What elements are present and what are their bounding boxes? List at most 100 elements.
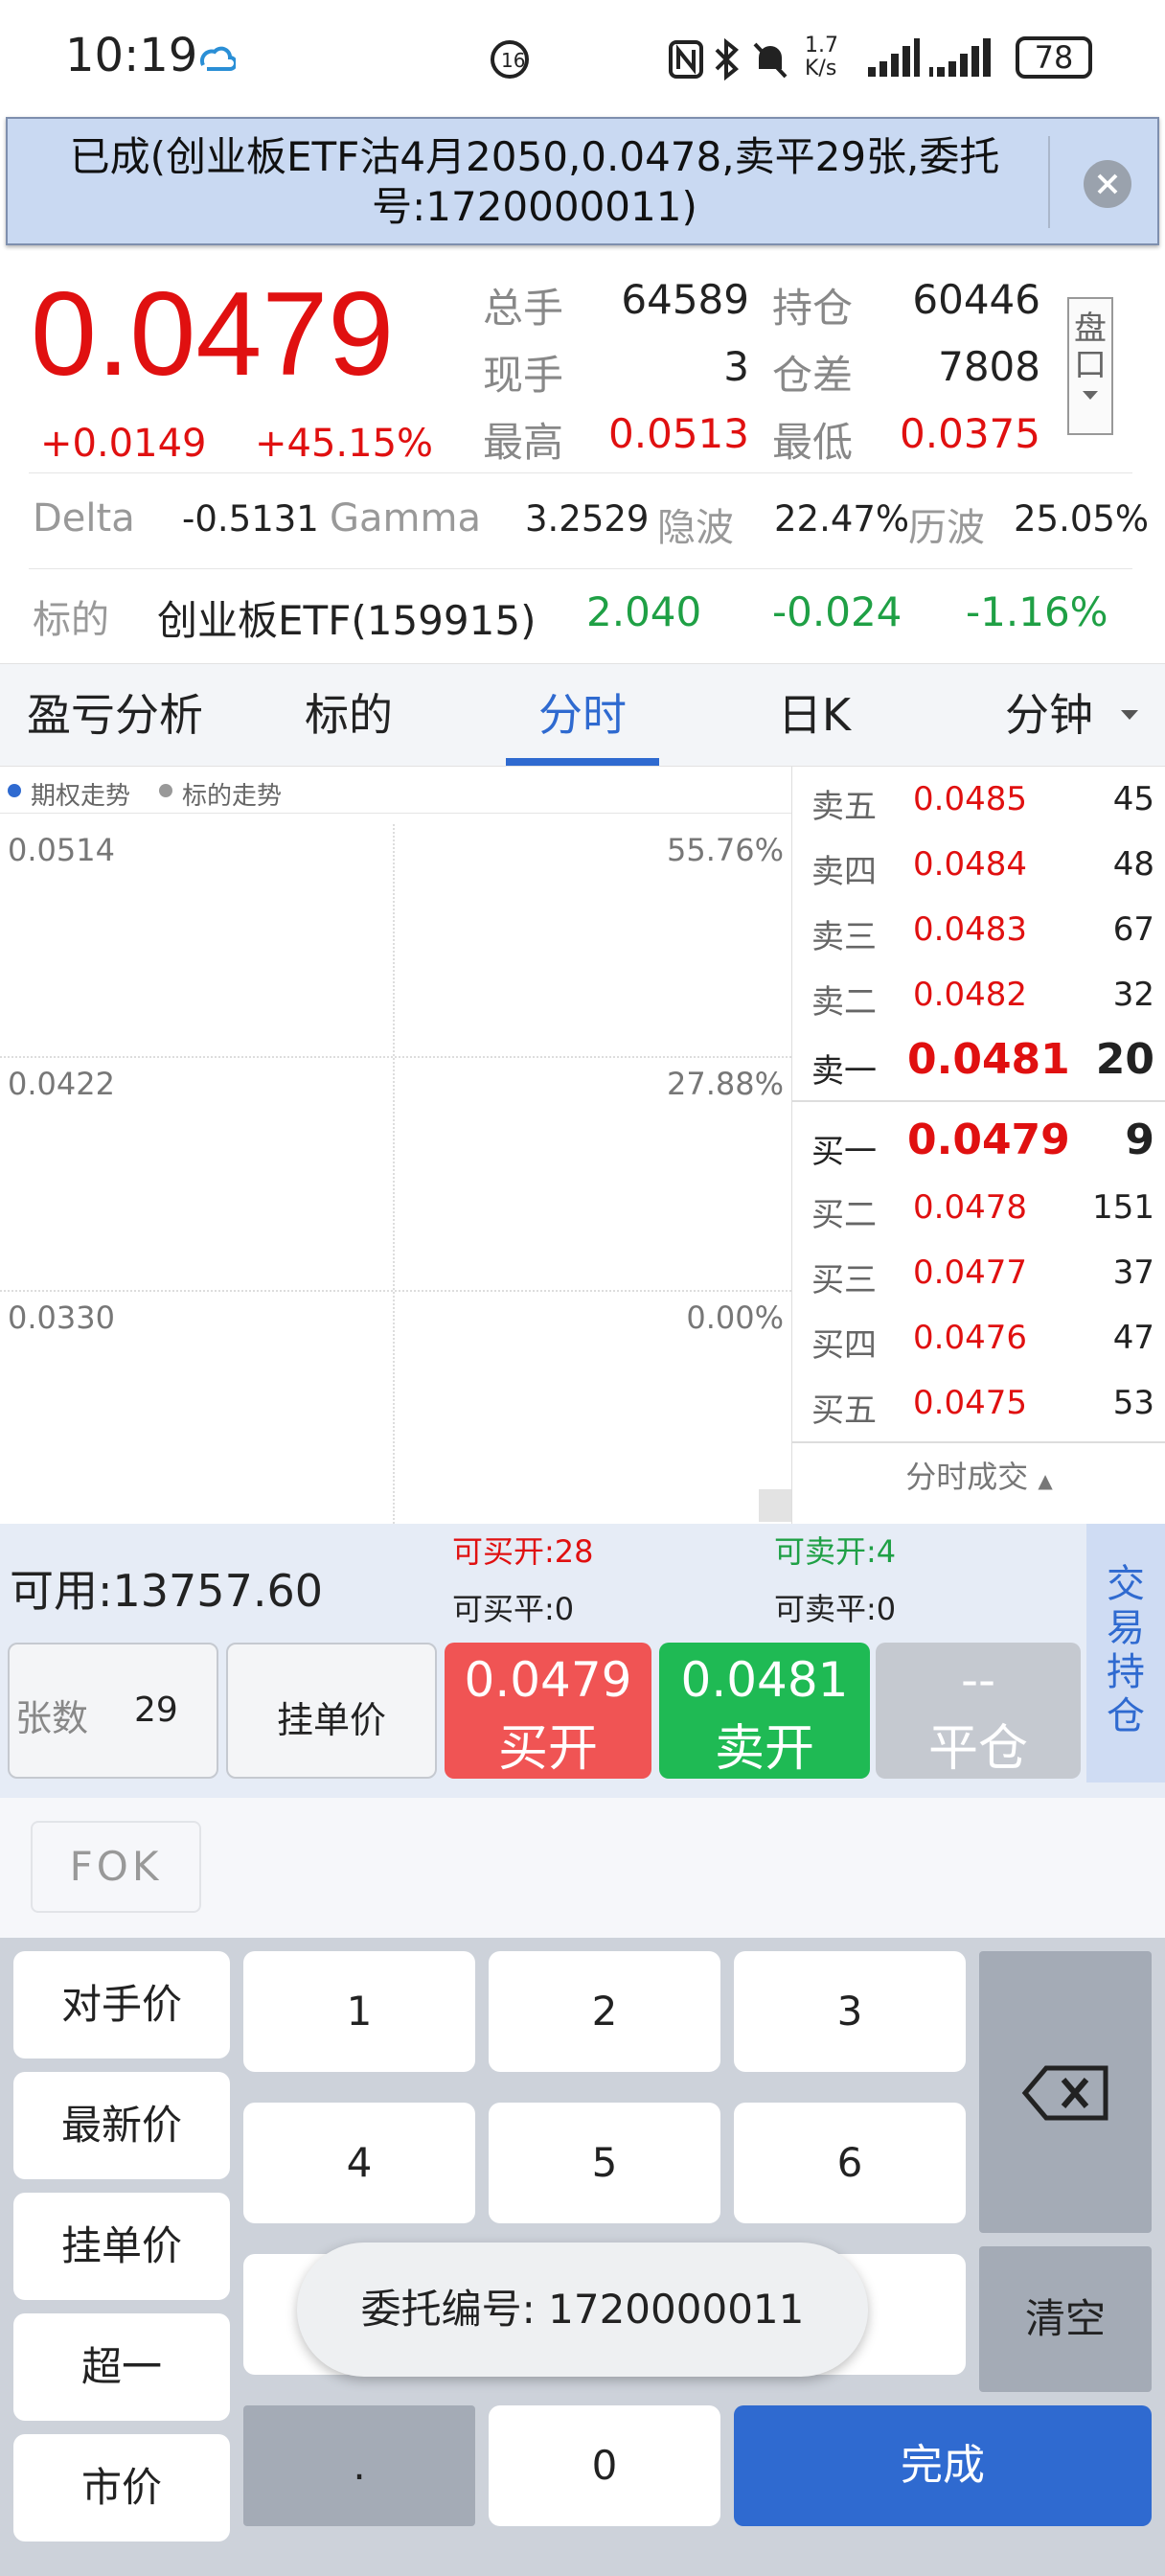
price-change-pct: +45.15%: [255, 422, 434, 466]
banner-line1: 已成(创业板ETF沽4月2050,0.0478,卖平29张,委托: [69, 133, 1000, 180]
ask-row[interactable]: 卖四 0.0484 48: [792, 836, 1165, 901]
key-market-price[interactable]: 市价: [13, 2434, 230, 2542]
close-icon[interactable]: [1083, 159, 1132, 209]
quantity-field[interactable]: 张数 29: [8, 1643, 218, 1779]
key-0[interactable]: 0: [489, 2405, 720, 2526]
order-price-field[interactable]: 挂单价: [226, 1643, 437, 1779]
key-dot[interactable]: .: [243, 2405, 475, 2526]
nfc-icon: [669, 40, 703, 79]
key-5[interactable]: 5: [489, 2103, 720, 2223]
y-right-label: 55.76%: [666, 832, 784, 868]
sell-label: 卖开: [714, 1720, 814, 1778]
hv-value: 25.05%: [1014, 498, 1150, 540]
side-tab-char: 易: [1107, 1606, 1145, 1650]
underlying-change-pct: -1.16%: [966, 588, 1108, 635]
intraday-chart[interactable]: 期权走势 标的走势 0.0514 55.76% 0.0422 27.88% 0.…: [0, 767, 791, 1524]
key-order-price[interactable]: 挂单价: [13, 2193, 230, 2300]
bid-row[interactable]: 买四 0.0476 47: [792, 1309, 1165, 1374]
time-sales-toggle[interactable]: 分时成交 ▲: [792, 1453, 1165, 1497]
tab-daily-k[interactable]: 日K: [738, 664, 891, 766]
bid-price: 0.0476: [913, 1319, 1027, 1357]
stat-value: 7808: [938, 343, 1040, 390]
banner-line2: 号:1720000011): [372, 183, 697, 230]
ask-row[interactable]: 卖三 0.0483 67: [792, 901, 1165, 966]
key-2[interactable]: 2: [489, 1951, 720, 2072]
ask-qty: 67: [1112, 910, 1154, 949]
key-6[interactable]: 6: [734, 2103, 966, 2223]
ask-qty: 32: [1112, 976, 1154, 1014]
divider: [29, 472, 1132, 473]
tab-minute[interactable]: 分钟: [977, 664, 1121, 766]
fok-toggle[interactable]: FOK: [31, 1821, 201, 1913]
available-funds: 可用:13757.60: [10, 1565, 323, 1617]
bid-row[interactable]: 买五 0.0475 53: [792, 1374, 1165, 1439]
signal-icon: [868, 38, 920, 77]
ask-row[interactable]: 卖二 0.0482 32: [792, 966, 1165, 1031]
iv-value: 22.47%: [774, 498, 910, 540]
grid-low: [0, 1290, 791, 1292]
legend-dot-underlying: [159, 784, 172, 797]
stat-value: 3: [723, 343, 749, 390]
tab-underlying[interactable]: 标的: [253, 664, 445, 766]
pankou-toggle[interactable]: 盘口: [1067, 297, 1113, 435]
caret-down-icon[interactable]: [1119, 708, 1140, 722]
delta-label: Delta: [33, 496, 135, 540]
tab-intraday[interactable]: 分时: [506, 664, 659, 766]
key-over-one[interactable]: 超一: [13, 2313, 230, 2421]
bid-price: 0.0478: [913, 1188, 1027, 1227]
bid-row-best[interactable]: 买一 0.0479 9: [792, 1112, 1165, 1177]
book-divider: [792, 1100, 1165, 1102]
y-right-label: 0.00%: [686, 1300, 784, 1336]
mute-icon: [753, 42, 788, 79]
tab-trade-position[interactable]: 交 易 持 仓: [1086, 1524, 1165, 1782]
key-counterparty-price[interactable]: 对手价: [13, 1951, 230, 2058]
bid-qty: 53: [1112, 1384, 1154, 1422]
stat-label: 最低: [772, 419, 854, 466]
bid-label: 买三: [811, 1261, 877, 1300]
stat-label: 仓差: [772, 352, 854, 399]
tab-pnl-analysis[interactable]: 盈亏分析: [0, 664, 230, 766]
bid-label: 买一: [811, 1133, 877, 1171]
battery-level: 78: [1034, 39, 1074, 76]
ask-label: 卖五: [811, 788, 877, 826]
stat-label: 最高: [483, 419, 564, 466]
can-sell-open: 可卖开:4: [774, 1533, 897, 1570]
bid-qty: 9: [1125, 1116, 1154, 1164]
buy-price: 0.0479: [464, 1652, 632, 1708]
svg-text:16: 16: [501, 49, 525, 72]
done-button[interactable]: 完成: [734, 2405, 1152, 2526]
y-left-label: 0.0514: [8, 832, 115, 868]
ask-row[interactable]: 卖五 0.0485 45: [792, 770, 1165, 836]
bid-row[interactable]: 买二 0.0478 151: [792, 1179, 1165, 1244]
backspace-key[interactable]: [979, 1951, 1152, 2233]
close-position-button[interactable]: -- 平仓: [876, 1643, 1081, 1779]
tab-active-indicator: [506, 758, 659, 766]
battery-icon: 78: [1016, 36, 1092, 79]
stat-value: 60446: [912, 276, 1040, 323]
ask-row-best[interactable]: 卖一 0.0481 20: [792, 1031, 1165, 1096]
key-4[interactable]: 4: [243, 2103, 475, 2223]
bid-price: 0.0477: [913, 1254, 1027, 1292]
key-1[interactable]: 1: [243, 1951, 475, 2072]
net-speed-unit: K/s: [805, 57, 837, 80]
order-filled-banner[interactable]: 已成(创业板ETF沽4月2050,0.0478,卖平29张,委托 号:17200…: [6, 117, 1159, 245]
bluetooth-icon: [715, 38, 739, 80]
sell-price: 0.0481: [680, 1652, 849, 1708]
underlying-name[interactable]: 创业板ETF(159915): [157, 588, 536, 647]
net-speed: 1.7: [805, 34, 838, 58]
bid-qty: 47: [1112, 1319, 1154, 1357]
y-left-label: 0.0422: [8, 1066, 115, 1102]
bid-label: 买五: [811, 1392, 877, 1430]
sell-open-button[interactable]: 0.0481 卖开: [659, 1643, 870, 1779]
ask-price: 0.0484: [913, 845, 1027, 884]
close-label: 平仓: [927, 1720, 1028, 1778]
buy-open-button[interactable]: 0.0479 买开: [445, 1643, 651, 1779]
underlying-price: 2.040: [586, 588, 702, 635]
clear-key[interactable]: 清空: [979, 2246, 1152, 2392]
trade-panel: 可用:13757.60 可买开:28 可买平:0 可卖开:4 可卖平:0 交 易…: [0, 1524, 1165, 1798]
underlying-label: 标的: [33, 598, 109, 642]
chart-scroll-handle[interactable]: [759, 1489, 791, 1522]
bid-row[interactable]: 买三 0.0477 37: [792, 1244, 1165, 1309]
key-3[interactable]: 3: [734, 1951, 966, 2072]
key-latest-price[interactable]: 最新价: [13, 2072, 230, 2179]
